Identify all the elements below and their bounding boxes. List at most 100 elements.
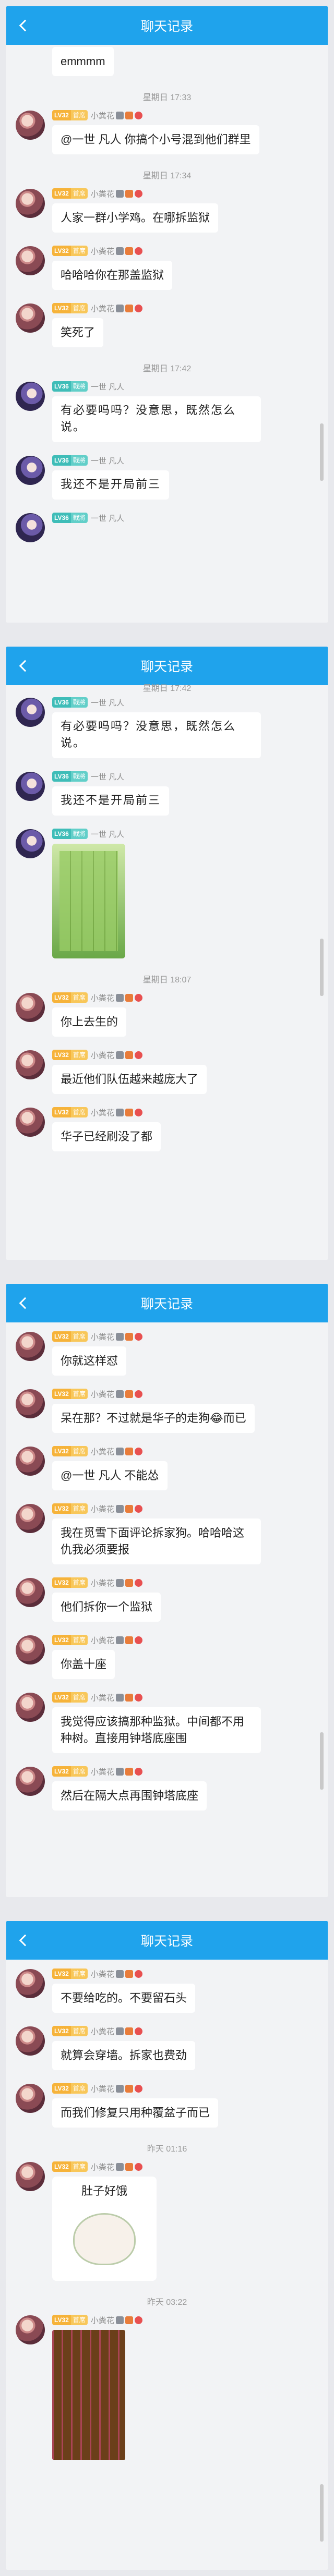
badge-icon <box>134 1332 142 1341</box>
message: LV36 戰將 一世 凡人 我还不是开局前三 <box>6 770 328 816</box>
sender-name: 小粪花 <box>90 2084 114 2094</box>
message-text: 有必要吗吗？没意思，既然怎么说。 <box>52 712 261 758</box>
avatar[interactable] <box>16 1108 45 1137</box>
avatar[interactable] <box>16 513 45 542</box>
level-badge: LV32 首席 <box>52 1635 88 1645</box>
page-title: 聊天记录 <box>140 1934 193 1949</box>
sender-name: 一世 凡人 <box>90 698 124 708</box>
avatar[interactable] <box>16 1767 45 1796</box>
badge-icon <box>125 1504 133 1513</box>
message-text: 人家一群小学鸡。在哪拆监狱 <box>52 203 219 233</box>
badge-icon <box>115 2162 124 2171</box>
message: LV32 首席 小粪花 肚子好饿 <box>6 2160 328 2281</box>
avatar[interactable] <box>16 993 45 1022</box>
message: LV32 首席 小粪花 我在觅雪下面评论拆家狗。哈哈哈这仇我必须要报 <box>6 1502 328 1564</box>
page-title: 聊天记录 <box>140 660 193 674</box>
avatar[interactable] <box>16 1504 45 1533</box>
message: LV32 首席 小粪花 人家一群小学鸡。在哪拆监狱 <box>6 187 328 233</box>
sender-name: 小粪花 <box>90 1970 114 1979</box>
avatar[interactable] <box>16 1635 45 1664</box>
message-text: 哈哈哈你在那盖监狱 <box>52 261 173 290</box>
badge-icon <box>115 1693 124 1702</box>
badge-icon <box>134 111 142 119</box>
badge-icon <box>115 189 124 198</box>
avatar[interactable] <box>16 1447 45 1476</box>
timestamp: 星期日 17:34 <box>142 172 192 180</box>
message-text: 最近他们队伍越来越庞大了 <box>52 1065 207 1094</box>
header: 聊天记录 <box>6 1284 328 1322</box>
avatar[interactable] <box>16 189 45 218</box>
avatar[interactable] <box>16 1332 45 1361</box>
level-badge: LV32 首席 <box>52 110 88 120</box>
avatar[interactable] <box>16 2026 45 2056</box>
avatar[interactable] <box>16 382 45 411</box>
avatar[interactable] <box>16 456 45 485</box>
sender-name: 小粪花 <box>90 1447 114 1456</box>
badge-icon <box>134 1693 142 1702</box>
scrollbar[interactable] <box>320 423 324 481</box>
sticker-caption: 肚子好饿 <box>81 2184 127 2197</box>
badge-icon <box>134 2316 142 2324</box>
message-text: 我在觅雪下面评论拆家狗。哈哈哈这仇我必须要报 <box>52 1518 261 1564</box>
message: LV32 首席 小粪花 <box>6 2313 328 2460</box>
avatar[interactable] <box>16 772 45 801</box>
badge-icon <box>125 2084 133 2093</box>
avatar[interactable] <box>16 2162 45 2191</box>
badge-icon <box>125 1447 133 1455</box>
level-badge: LV36 戰將 <box>52 771 88 782</box>
avatar[interactable] <box>16 2084 45 2113</box>
message: LV32 首席 小粪花 不要给吃的。不要留石头 <box>6 1967 328 2013</box>
header: 聊天记录 <box>6 647 328 685</box>
sender-name: 小粪花 <box>90 247 114 256</box>
badge-icon <box>115 1767 124 1776</box>
avatar[interactable] <box>16 111 45 140</box>
scrollbar[interactable] <box>320 2484 324 2542</box>
badge-icon <box>115 993 124 1002</box>
game-screenshot-image[interactable] <box>52 844 125 958</box>
avatar[interactable] <box>16 2315 45 2344</box>
level-badge: LV36 戰將 <box>52 697 88 708</box>
back-icon[interactable] <box>16 1295 31 1311</box>
message-text: 然后在隔大点再围钟塔底座 <box>52 1781 207 1811</box>
message: LV32 首席 小粪花 呆在那？不过就是华子的走狗😂而已 <box>6 1387 328 1433</box>
hamster-sticker[interactable]: 肚子好饿 <box>52 2177 157 2281</box>
message-text: 不要给吃的。不要留石头 <box>52 1984 196 2013</box>
level-badge: LV32 首席 <box>52 303 88 313</box>
avatar[interactable] <box>16 1693 45 1722</box>
back-icon[interactable] <box>16 1933 31 1948</box>
message: LV32 首席 小粪花 @一世 凡人 你搞个小号混到他们群里 <box>6 108 328 154</box>
header: 聊天记录 <box>6 1921 328 1960</box>
level-badge: LV32 首席 <box>52 1503 88 1514</box>
badge-icon <box>125 1108 133 1116</box>
badge-icon <box>134 1578 142 1587</box>
level-badge: LV32 首席 <box>52 2026 88 2036</box>
message: LV36 戰將 一世 凡人 我还不是开局前三 <box>6 454 328 500</box>
avatar[interactable] <box>16 698 45 727</box>
back-icon[interactable] <box>16 18 31 33</box>
chat-screen-2: 聊天记录 星期日 17:42 LV36 戰將 一世 凡人 有必要吗吗？没意思，既然怎… <box>6 647 328 1260</box>
message: LV32 首席 小粪花 @一世 凡人 不能怂 <box>6 1444 328 1490</box>
sender-name: 小粪花 <box>90 1693 114 1703</box>
message-text: 你就这样怼 <box>52 1346 127 1376</box>
avatar[interactable] <box>16 1578 45 1607</box>
back-icon[interactable] <box>16 658 31 674</box>
message: LV32 首席 小粪花 笑死了 <box>6 301 328 347</box>
scrollbar[interactable] <box>320 939 324 996</box>
avatar[interactable] <box>16 246 45 275</box>
avatar[interactable] <box>16 1969 45 1998</box>
sender-name: 小粪花 <box>90 1578 114 1588</box>
avatar[interactable] <box>16 829 45 858</box>
level-badge: LV32 首席 <box>52 1577 88 1588</box>
scrollbar[interactable] <box>320 1732 324 1790</box>
avatar[interactable] <box>16 1389 45 1418</box>
message-text: 华子已经刷没了都 <box>52 1122 161 1151</box>
message: LV32 首席 小粪花 华子已经刷没了都 <box>6 1105 328 1151</box>
avatar[interactable] <box>16 1050 45 1079</box>
message: LV32 首席 小粪花 你盖十座 <box>6 1633 328 1679</box>
game-screenshot-image[interactable] <box>52 2330 125 2460</box>
message: LV32 首席 小粪花 你就这样怼 <box>6 1330 328 1376</box>
avatar[interactable] <box>16 303 45 333</box>
badge-icon <box>115 1636 124 1644</box>
level-badge: LV32 首席 <box>52 188 88 199</box>
level-badge: LV32 首席 <box>52 2083 88 2094</box>
